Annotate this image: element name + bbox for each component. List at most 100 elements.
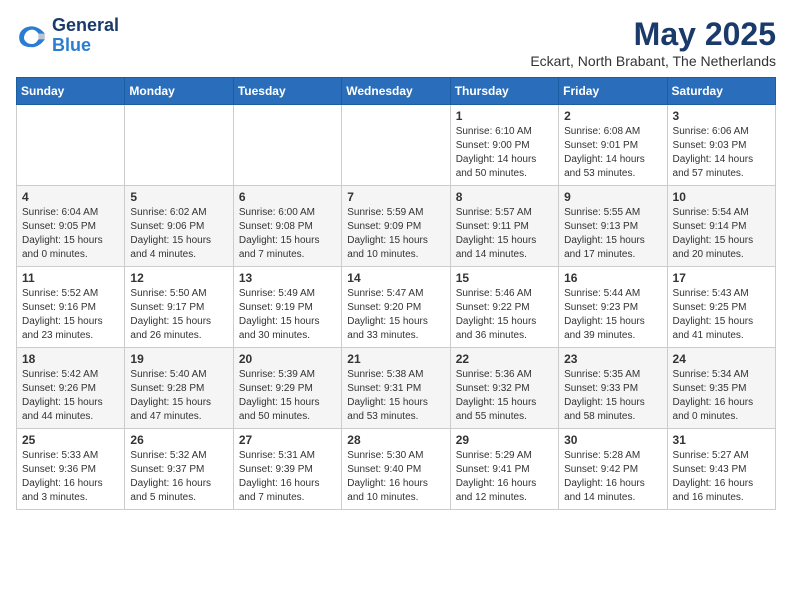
weekday-header-wednesday: Wednesday: [342, 78, 450, 105]
calendar-cell: 24Sunrise: 5:34 AM Sunset: 9:35 PM Dayli…: [667, 348, 775, 429]
day-number: 2: [564, 109, 661, 123]
day-info: Sunrise: 5:42 AM Sunset: 9:26 PM Dayligh…: [22, 368, 119, 424]
day-number: 17: [673, 271, 770, 285]
calendar-cell: 26Sunrise: 5:32 AM Sunset: 9:37 PM Dayli…: [125, 429, 233, 510]
day-info: Sunrise: 5:28 AM Sunset: 9:42 PM Dayligh…: [564, 449, 661, 505]
weekday-header-tuesday: Tuesday: [233, 78, 341, 105]
calendar-cell: 3 Sunrise: 6:06 AM Sunset: 9:03 PM Daylig…: [667, 105, 775, 186]
calendar-cell: 30Sunrise: 5:28 AM Sunset: 9:42 PM Dayli…: [559, 429, 667, 510]
day-info: Sunrise: 5:54 AM Sunset: 9:14 PM Dayligh…: [673, 206, 770, 262]
day-number: 5: [130, 190, 227, 204]
calendar-week-2: 4 Sunrise: 6:04 AM Sunset: 9:05 PM Daylig…: [17, 186, 776, 267]
day-info: Sunrise: 5:49 AM Sunset: 9:19 PM Dayligh…: [239, 287, 336, 343]
day-info: Sunrise: 5:50 AM Sunset: 9:17 PM Dayligh…: [130, 287, 227, 343]
day-number: 13: [239, 271, 336, 285]
calendar-cell: 8Sunrise: 5:57 AM Sunset: 9:11 PM Daylig…: [450, 186, 558, 267]
calendar-cell: [233, 105, 341, 186]
day-info: Sunrise: 5:33 AM Sunset: 9:36 PM Dayligh…: [22, 449, 119, 505]
day-number: 14: [347, 271, 444, 285]
day-number: 22: [456, 352, 553, 366]
day-info: Sunrise: 5:40 AM Sunset: 9:28 PM Dayligh…: [130, 368, 227, 424]
calendar-cell: 10Sunrise: 5:54 AM Sunset: 9:14 PM Dayli…: [667, 186, 775, 267]
calendar-cell: 5 Sunrise: 6:02 AM Sunset: 9:06 PM Daylig…: [125, 186, 233, 267]
day-info: Sunrise: 5:46 AM Sunset: 9:22 PM Dayligh…: [456, 287, 553, 343]
day-info: Sunrise: 5:43 AM Sunset: 9:25 PM Dayligh…: [673, 287, 770, 343]
day-info: Sunrise: 5:39 AM Sunset: 9:29 PM Dayligh…: [239, 368, 336, 424]
calendar-cell: 21 Sunrise: 5:38 AM Sunset: 9:31 PM Dayli…: [342, 348, 450, 429]
day-info: Sunrise: 6:04 AM Sunset: 9:05 PM Dayligh…: [22, 206, 119, 262]
calendar-week-4: 18 Sunrise: 5:42 AM Sunset: 9:26 PM Dayli…: [17, 348, 776, 429]
day-info: Sunrise: 5:27 AM Sunset: 9:43 PM Dayligh…: [673, 449, 770, 505]
day-info: Sunrise: 5:34 AM Sunset: 9:35 PM Dayligh…: [673, 368, 770, 424]
calendar-table: SundayMondayTuesdayWednesdayThursdayFrid…: [16, 77, 776, 510]
day-number: 31: [673, 433, 770, 447]
calendar-week-3: 11 Sunrise: 5:52 AM Sunset: 9:16 PM Dayli…: [17, 267, 776, 348]
day-number: 21: [347, 352, 444, 366]
day-info: Sunrise: 6:02 AM Sunset: 9:06 PM Dayligh…: [130, 206, 227, 262]
calendar-cell: 12 Sunrise: 5:50 AM Sunset: 9:17 PM Dayli…: [125, 267, 233, 348]
calendar-cell: [17, 105, 125, 186]
day-number: 26: [130, 433, 227, 447]
day-number: 29: [456, 433, 553, 447]
day-info: Sunrise: 6:10 AM Sunset: 9:00 PM Dayligh…: [456, 125, 553, 181]
day-info: Sunrise: 6:00 AM Sunset: 9:08 PM Dayligh…: [239, 206, 336, 262]
calendar-cell: 20 Sunrise: 5:39 AM Sunset: 9:29 PM Dayli…: [233, 348, 341, 429]
day-number: 11: [22, 271, 119, 285]
day-number: 6: [239, 190, 336, 204]
day-info: Sunrise: 5:59 AM Sunset: 9:09 PM Dayligh…: [347, 206, 444, 262]
calendar-cell: 25 Sunrise: 5:33 AM Sunset: 9:36 PM Dayli…: [17, 429, 125, 510]
day-info: Sunrise: 5:52 AM Sunset: 9:16 PM Dayligh…: [22, 287, 119, 343]
calendar-cell: 2 Sunrise: 6:08 AM Sunset: 9:01 PM Daylig…: [559, 105, 667, 186]
logo-text-general: General: [52, 16, 119, 36]
day-number: 18: [22, 352, 119, 366]
day-info: Sunrise: 5:36 AM Sunset: 9:32 PM Dayligh…: [456, 368, 553, 424]
day-number: 19: [130, 352, 227, 366]
weekday-header-thursday: Thursday: [450, 78, 558, 105]
logo-text-blue: Blue: [52, 36, 119, 56]
day-number: 3: [673, 109, 770, 123]
logo: General Blue: [16, 16, 119, 56]
calendar-cell: 6 Sunrise: 6:00 AM Sunset: 9:08 PM Daylig…: [233, 186, 341, 267]
day-info: Sunrise: 5:30 AM Sunset: 9:40 PM Dayligh…: [347, 449, 444, 505]
calendar-cell: 22 Sunrise: 5:36 AM Sunset: 9:32 PM Dayli…: [450, 348, 558, 429]
day-number: 25: [22, 433, 119, 447]
calendar-cell: 1Sunrise: 6:10 AM Sunset: 9:00 PM Daylig…: [450, 105, 558, 186]
calendar-cell: 19 Sunrise: 5:40 AM Sunset: 9:28 PM Dayli…: [125, 348, 233, 429]
day-info: Sunrise: 5:44 AM Sunset: 9:23 PM Dayligh…: [564, 287, 661, 343]
month-title: May 2025: [530, 16, 776, 53]
weekday-header-saturday: Saturday: [667, 78, 775, 105]
weekday-header-monday: Monday: [125, 78, 233, 105]
day-number: 16: [564, 271, 661, 285]
calendar-cell: 15 Sunrise: 5:46 AM Sunset: 9:22 PM Dayli…: [450, 267, 558, 348]
calendar-cell: 9 Sunrise: 5:55 AM Sunset: 9:13 PM Daylig…: [559, 186, 667, 267]
day-info: Sunrise: 6:06 AM Sunset: 9:03 PM Dayligh…: [673, 125, 770, 181]
day-number: 27: [239, 433, 336, 447]
calendar-cell: 29 Sunrise: 5:29 AM Sunset: 9:41 PM Dayli…: [450, 429, 558, 510]
calendar-cell: 13 Sunrise: 5:49 AM Sunset: 9:19 PM Dayli…: [233, 267, 341, 348]
day-info: Sunrise: 5:38 AM Sunset: 9:31 PM Dayligh…: [347, 368, 444, 424]
day-number: 28: [347, 433, 444, 447]
day-info: Sunrise: 5:55 AM Sunset: 9:13 PM Dayligh…: [564, 206, 661, 262]
calendar-cell: 28 Sunrise: 5:30 AM Sunset: 9:40 PM Dayli…: [342, 429, 450, 510]
location: Eckart, North Brabant, The Netherlands: [530, 53, 776, 69]
day-info: Sunrise: 6:08 AM Sunset: 9:01 PM Dayligh…: [564, 125, 661, 181]
day-info: Sunrise: 5:29 AM Sunset: 9:41 PM Dayligh…: [456, 449, 553, 505]
day-number: 9: [564, 190, 661, 204]
day-number: 4: [22, 190, 119, 204]
calendar-cell: 23 Sunrise: 5:35 AM Sunset: 9:33 PM Dayli…: [559, 348, 667, 429]
calendar-week-1: 1Sunrise: 6:10 AM Sunset: 9:00 PM Daylig…: [17, 105, 776, 186]
calendar-cell: 27 Sunrise: 5:31 AM Sunset: 9:39 PM Dayli…: [233, 429, 341, 510]
calendar-cell: [125, 105, 233, 186]
calendar-week-5: 25 Sunrise: 5:33 AM Sunset: 9:36 PM Dayli…: [17, 429, 776, 510]
title-section: May 2025 Eckart, North Brabant, The Neth…: [530, 16, 776, 69]
calendar-cell: [342, 105, 450, 186]
day-number: 12: [130, 271, 227, 285]
day-number: 15: [456, 271, 553, 285]
day-number: 23: [564, 352, 661, 366]
day-info: Sunrise: 5:31 AM Sunset: 9:39 PM Dayligh…: [239, 449, 336, 505]
day-number: 20: [239, 352, 336, 366]
weekday-header-sunday: Sunday: [17, 78, 125, 105]
day-info: Sunrise: 5:35 AM Sunset: 9:33 PM Dayligh…: [564, 368, 661, 424]
calendar-cell: 16 Sunrise: 5:44 AM Sunset: 9:23 PM Dayli…: [559, 267, 667, 348]
calendar-cell: 18 Sunrise: 5:42 AM Sunset: 9:26 PM Dayli…: [17, 348, 125, 429]
